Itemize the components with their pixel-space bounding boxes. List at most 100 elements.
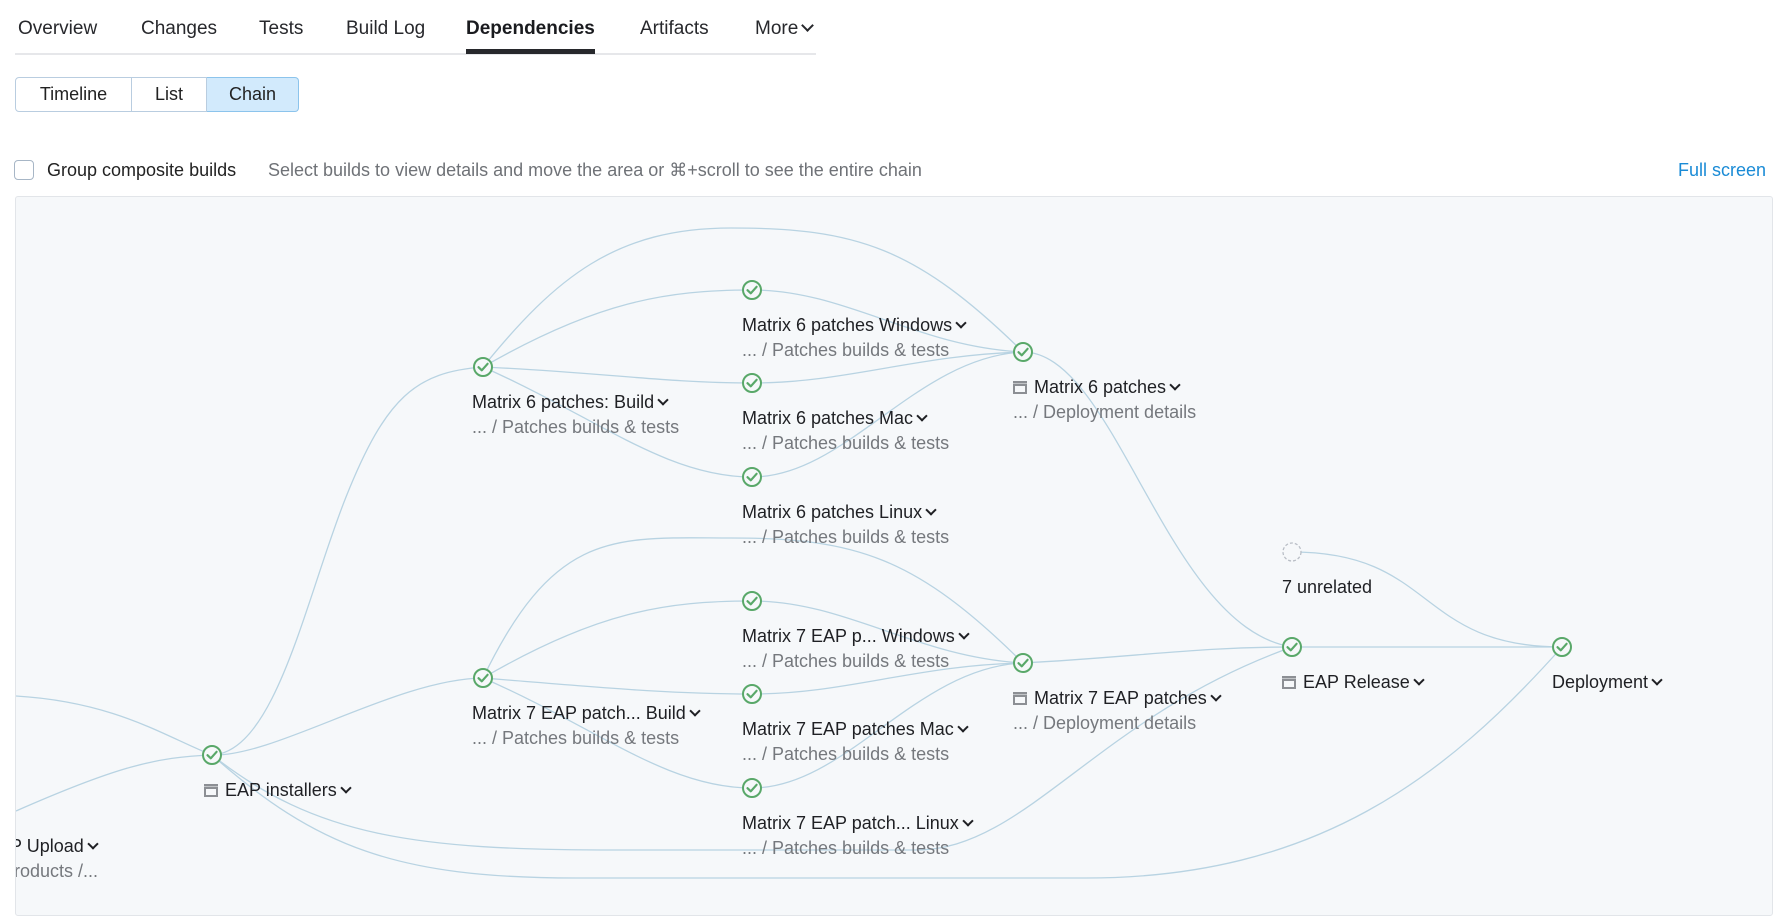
build-node-label: Matrix 6 patches Mac <box>742 408 914 428</box>
chevron-down-icon[interactable] <box>958 628 970 640</box>
build-node-project-path: ... / Patches builds & tests <box>472 728 680 748</box>
chain-hint: Select builds to view details and move t… <box>268 160 922 180</box>
success-check-icon[interactable] <box>201 744 223 766</box>
build-node-label: Matrix 7 EAP patch... Build <box>472 703 686 723</box>
edge <box>1022 646 1293 664</box>
tab-more[interactable]: More <box>755 18 815 40</box>
tab-dependencies[interactable]: Dependencies <box>466 18 595 54</box>
build-node-label: EAP installers <box>225 780 337 800</box>
chevron-down-icon[interactable] <box>1210 690 1222 702</box>
chevron-down-icon[interactable] <box>957 721 969 733</box>
chevron-down-icon[interactable] <box>657 394 669 406</box>
build-node-label: Matrix 6 patches Windows <box>742 315 953 335</box>
composite-build-icon <box>204 781 218 797</box>
chain-graph-area[interactable]: ent EAP Upload tform Products /... EAP ins… <box>15 196 1773 916</box>
tab-build-log[interactable]: Build Log <box>346 18 425 40</box>
chevron-down-icon <box>801 19 815 32</box>
chevron-down-icon[interactable] <box>1169 379 1181 391</box>
build-node-project-path: ... / Deployment details <box>1013 402 1197 422</box>
build-node-label: Matrix 7 EAP p... Windows <box>742 626 955 646</box>
chevron-down-icon[interactable] <box>916 410 928 422</box>
tab-artifacts[interactable]: Artifacts <box>640 18 709 40</box>
success-check-icon[interactable] <box>741 590 763 612</box>
success-check-icon[interactable] <box>741 683 763 705</box>
build-node-label: Matrix 6 patches Linux <box>742 502 923 522</box>
view-timeline-button[interactable]: Timeline <box>15 77 132 112</box>
build-node-project-path: tform Products /... <box>16 861 99 881</box>
build-node-project-path: ... / Patches builds & tests <box>742 744 950 764</box>
chevron-down-icon[interactable] <box>1413 674 1425 686</box>
success-check-icon[interactable] <box>1012 652 1034 674</box>
build-node-label: Matrix 7 EAP patches <box>1034 688 1207 708</box>
tab-changes[interactable]: Changes <box>141 18 217 40</box>
composite-build-icon <box>1013 689 1027 705</box>
view-list-button[interactable]: List <box>132 77 207 112</box>
success-check-icon[interactable] <box>1012 341 1034 363</box>
build-node-label: Deployment <box>1552 672 1649 692</box>
build-node-label: Matrix 6 patches: Build <box>472 392 655 412</box>
build-node-title[interactable]: Matrix 6 patches Windows <box>742 315 967 336</box>
build-node-project-path: ... / Patches builds & tests <box>742 651 950 671</box>
group-composite-label[interactable]: Group composite builds <box>47 160 236 181</box>
view-switch: Timeline List Chain <box>15 77 299 112</box>
chevron-down-icon[interactable] <box>340 782 352 794</box>
chevron-down-icon[interactable] <box>87 838 99 850</box>
build-node-project-path: ... / Patches builds & tests <box>472 417 680 437</box>
tab-tests[interactable]: Tests <box>259 18 303 40</box>
tab-overview[interactable]: Overview <box>18 18 97 40</box>
edge <box>16 754 213 812</box>
build-node-project-path: ... / Patches builds & tests <box>742 838 950 858</box>
view-chain-button[interactable]: Chain <box>207 77 299 112</box>
build-node-title[interactable]: Matrix 7 EAP patch... Linux <box>742 813 974 834</box>
build-node-title[interactable]: Matrix 7 EAP p... Windows <box>742 626 970 647</box>
build-node-title[interactable]: EAP Release <box>1282 672 1425 693</box>
build-node-title[interactable]: Matrix 7 EAP patches <box>1013 688 1222 709</box>
edge <box>211 366 484 756</box>
build-node-title[interactable]: Matrix 6 patches <box>1013 377 1181 398</box>
success-check-icon[interactable] <box>741 466 763 488</box>
edge <box>1291 551 1563 648</box>
success-check-icon[interactable] <box>741 279 763 301</box>
build-node-project-path: ... / Deployment details <box>1013 713 1197 733</box>
build-node-title[interactable]: 7 unrelated <box>1282 577 1372 598</box>
chevron-down-icon[interactable] <box>689 705 701 717</box>
build-node-label: Matrix 6 patches <box>1034 377 1167 397</box>
build-node-label: EAP Release <box>1303 672 1410 692</box>
success-check-icon[interactable] <box>472 667 494 689</box>
build-node-title[interactable]: Matrix 7 EAP patch... Build <box>472 703 701 724</box>
build-node-project-path: ... / Patches builds & tests <box>742 433 950 453</box>
success-check-icon[interactable] <box>1551 636 1573 658</box>
build-node-project-path: ... / Patches builds & tests <box>742 340 950 360</box>
success-check-icon[interactable] <box>741 777 763 799</box>
build-node-title[interactable]: Deployment <box>1552 672 1663 693</box>
build-node-project-path: ... / Patches builds & tests <box>742 527 950 547</box>
chevron-down-icon[interactable] <box>962 815 974 827</box>
unrelated-icon[interactable] <box>1281 541 1303 563</box>
build-node-title[interactable]: Matrix 7 EAP patches Mac <box>742 719 969 740</box>
build-node-title[interactable]: Matrix 6 patches Mac <box>742 408 928 429</box>
build-node-title[interactable]: ent EAP Upload <box>16 836 99 857</box>
build-node-label: Matrix 7 EAP patch... Linux <box>742 813 959 833</box>
build-node-title[interactable]: Matrix 6 patches: Build <box>472 392 669 413</box>
chain-controls: Group composite builds Select builds to … <box>14 158 1774 184</box>
build-node-title[interactable]: EAP installers <box>204 780 352 801</box>
tab-bar: Overview Changes Tests Build Log Depende… <box>15 0 816 55</box>
edge <box>211 677 484 756</box>
full-screen-link[interactable]: Full screen <box>1678 160 1766 181</box>
edges-layer <box>16 227 1563 879</box>
build-node-label: 7 unrelated <box>1282 577 1373 597</box>
group-composite-checkbox[interactable] <box>14 160 34 180</box>
composite-build-icon <box>1282 673 1296 689</box>
chevron-down-icon[interactable] <box>925 504 937 516</box>
build-node-label: ent EAP Upload <box>16 836 84 856</box>
build-node-title[interactable]: Matrix 6 patches Linux <box>742 502 937 523</box>
composite-build-icon <box>1013 378 1027 394</box>
success-check-icon[interactable] <box>472 356 494 378</box>
tab-more-label: More <box>755 18 799 39</box>
edge <box>16 695 213 756</box>
build-node-label: Matrix 7 EAP patches Mac <box>742 719 954 739</box>
chevron-down-icon[interactable] <box>1651 674 1663 686</box>
success-check-icon[interactable] <box>1281 636 1303 658</box>
chevron-down-icon[interactable] <box>955 317 967 329</box>
success-check-icon[interactable] <box>741 372 763 394</box>
